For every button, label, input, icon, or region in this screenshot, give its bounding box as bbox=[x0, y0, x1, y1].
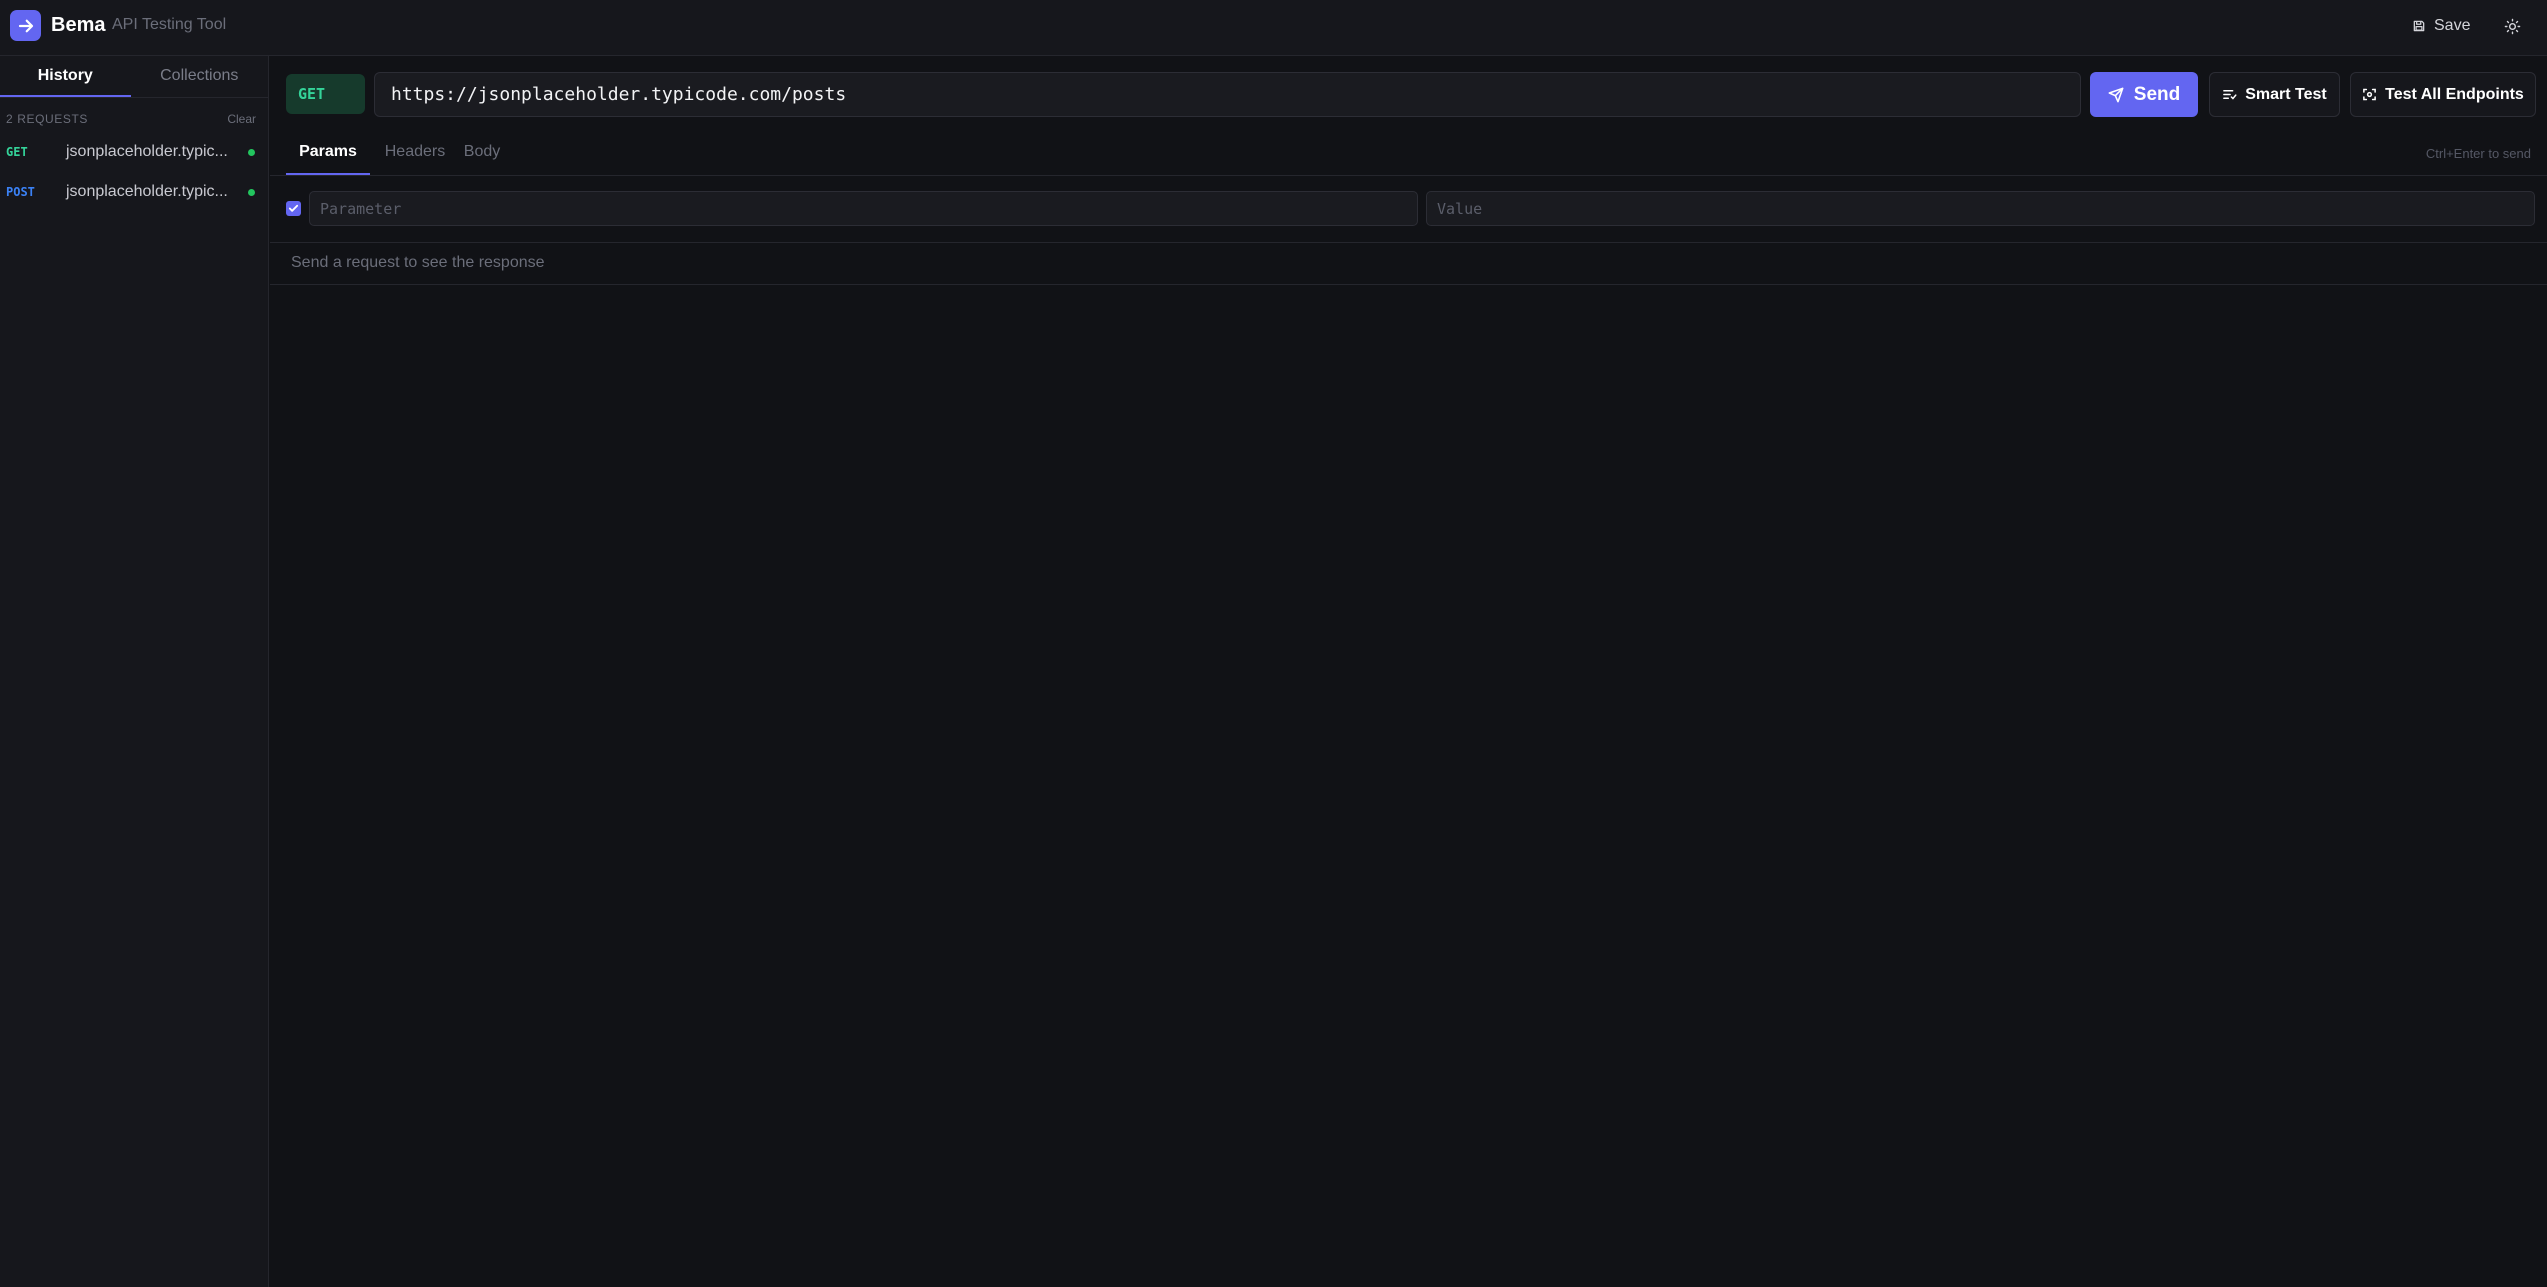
request-count: 2 REQUESTS bbox=[6, 112, 89, 126]
app-logo bbox=[10, 10, 41, 41]
tab-params[interactable]: Params bbox=[286, 134, 370, 175]
scan-icon bbox=[2363, 88, 2377, 101]
shortcut-hint: Ctrl+Enter to send bbox=[2425, 146, 2531, 161]
top-bar: Bema API Testing Tool Save bbox=[0, 0, 2547, 56]
save-button[interactable]: Save bbox=[2404, 12, 2478, 40]
tab-headers[interactable]: Headers bbox=[382, 134, 448, 175]
divider bbox=[270, 284, 2547, 285]
history-meta: 2 REQUESTS Clear bbox=[6, 112, 256, 126]
history-method: POST bbox=[6, 185, 35, 199]
tab-collections[interactable]: Collections bbox=[131, 56, 268, 97]
smart-test-label: Smart Test bbox=[2245, 85, 2327, 103]
history-item[interactable]: GET jsonplaceholder.typic... bbox=[0, 134, 268, 170]
history-item[interactable]: POST jsonplaceholder.typic... bbox=[0, 174, 268, 210]
app-subtitle: API Testing Tool bbox=[112, 16, 227, 33]
send-label: Send bbox=[2133, 83, 2181, 105]
response-empty-message: Send a request to see the response bbox=[291, 254, 545, 271]
list-filter-icon bbox=[2223, 90, 2237, 100]
test-all-label: Test All Endpoints bbox=[2385, 85, 2524, 103]
tab-history[interactable]: History bbox=[0, 56, 131, 97]
save-label: Save bbox=[2434, 17, 2471, 34]
sidebar: History Collections 2 REQUESTS Clear GET… bbox=[0, 56, 269, 1287]
divider bbox=[270, 242, 2547, 243]
param-enabled-checkbox[interactable] bbox=[286, 201, 301, 216]
param-key-input[interactable] bbox=[309, 191, 1418, 226]
floppy-disk-icon bbox=[2413, 20, 2425, 32]
history-url: jsonplaceholder.typic... bbox=[66, 183, 228, 200]
sun-icon bbox=[2504, 18, 2520, 34]
url-input[interactable] bbox=[374, 72, 2081, 117]
arrow-right-icon bbox=[18, 19, 33, 32]
history-method: GET bbox=[6, 145, 28, 159]
param-value-input[interactable] bbox=[1426, 191, 2535, 226]
method-select[interactable]: GET bbox=[286, 74, 365, 114]
status-dot bbox=[248, 148, 255, 156]
theme-toggle-button[interactable] bbox=[2497, 12, 2527, 40]
check-icon bbox=[288, 204, 299, 212]
sidebar-tabs: History Collections bbox=[0, 56, 268, 98]
test-all-endpoints-button[interactable]: Test All Endpoints bbox=[2350, 72, 2536, 117]
tab-body[interactable]: Body bbox=[460, 134, 504, 175]
paper-plane-icon bbox=[2108, 87, 2124, 102]
send-button[interactable]: Send bbox=[2090, 72, 2198, 117]
request-tabs: Params Headers Body Ctrl+Enter to send bbox=[270, 134, 2547, 176]
smart-test-button[interactable]: Smart Test bbox=[2209, 72, 2340, 117]
history-url: jsonplaceholder.typic... bbox=[66, 143, 228, 160]
clear-history-button[interactable]: Clear bbox=[227, 112, 256, 126]
status-dot bbox=[248, 188, 255, 196]
app-name: Bema bbox=[51, 14, 106, 36]
